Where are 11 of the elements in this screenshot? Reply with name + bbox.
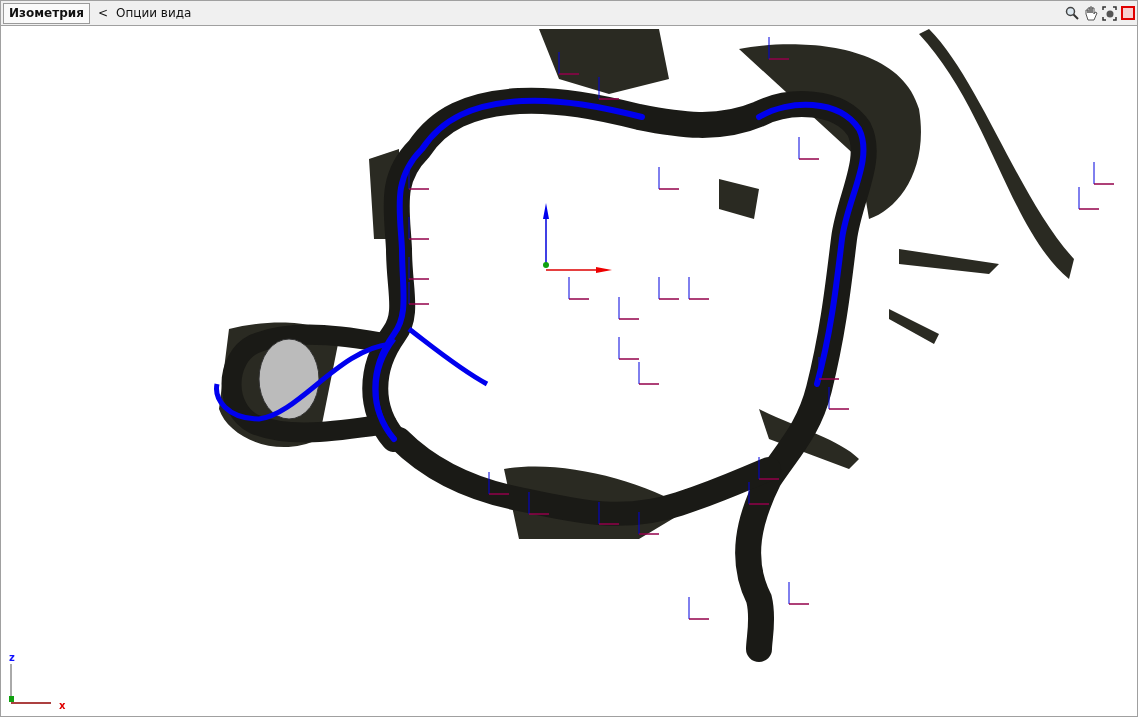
maximize-icon[interactable]	[1121, 6, 1135, 20]
view-options-button[interactable]: < Опции вида	[93, 2, 1061, 24]
view-tab[interactable]: Изометрия	[3, 2, 90, 24]
z-axis-label: z	[9, 652, 15, 663]
zoom-extents-icon[interactable]	[1102, 5, 1117, 21]
search-icon[interactable]	[1065, 6, 1079, 20]
hand-icon[interactable]	[1083, 5, 1098, 21]
x-axis-label: x	[59, 700, 66, 711]
corner-axes-drawing	[9, 663, 52, 704]
axis-triad-drawing	[543, 203, 612, 273]
viewport-canvas[interactable]: z x	[1, 26, 1137, 716]
